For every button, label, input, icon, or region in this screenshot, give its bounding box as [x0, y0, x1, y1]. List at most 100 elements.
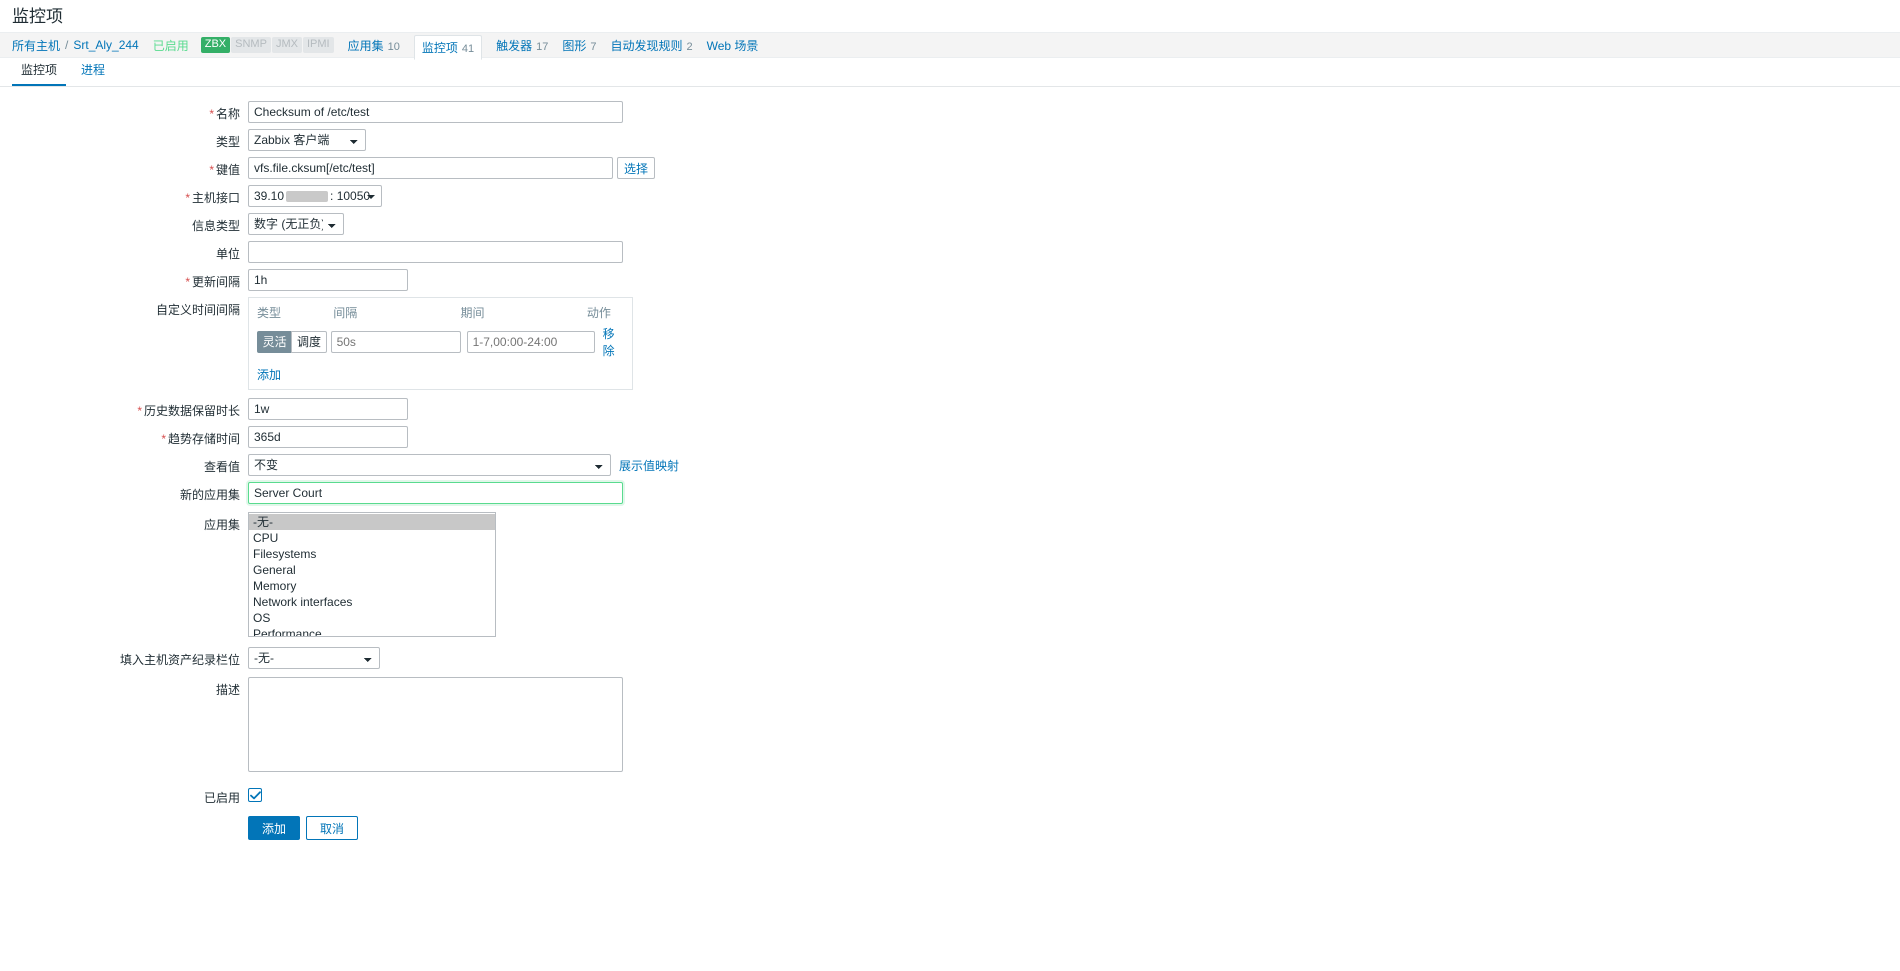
- list-item[interactable]: OS: [249, 610, 495, 626]
- column-header-action: 动作: [586, 306, 611, 320]
- breadcrumb-item-graphs-label[interactable]: 图形: [562, 37, 586, 54]
- custom-interval-row: 灵活 调度 移除: [257, 325, 624, 359]
- protocol-badge-ipmi[interactable]: IPMI: [302, 37, 334, 53]
- units-input[interactable]: [248, 241, 623, 263]
- breadcrumb-item-graphs[interactable]: 图形 7: [562, 37, 596, 54]
- cancel-button[interactable]: 取消: [306, 816, 358, 840]
- list-item[interactable]: General: [249, 562, 495, 578]
- form-row-applications: 应用集 -无- CPU Filesystems General Memory N…: [0, 512, 1900, 637]
- breadcrumb-item-discovery-count: 2: [686, 40, 693, 53]
- breadcrumb-item-triggers-label[interactable]: 触发器: [496, 37, 532, 54]
- form-row-info-type: 信息类型 数字 (无正负): [0, 213, 1900, 235]
- breadcrumb-item-web[interactable]: Web 场景: [707, 37, 759, 54]
- required-marker: *: [185, 191, 190, 205]
- submit-button[interactable]: 添加: [248, 816, 300, 840]
- form-row-description: 描述: [0, 677, 1900, 775]
- form-row-enabled: 已启用: [0, 785, 1900, 806]
- form-row-value-map: 查看值 不变 展示值映射: [0, 454, 1900, 476]
- history-input[interactable]: [248, 398, 408, 420]
- inventory-field-select[interactable]: -无-: [248, 647, 380, 669]
- tab-processes[interactable]: 进程: [72, 56, 114, 86]
- form-row-key: *键值 选择: [0, 157, 1900, 179]
- host-interface-select[interactable]: 39.10 : 10050: [248, 185, 382, 207]
- interval-add-link[interactable]: 添加: [257, 366, 624, 383]
- list-item[interactable]: Performance: [249, 626, 495, 636]
- form-row-inventory-field: 填入主机资产纪录栏位 -无-: [0, 647, 1900, 669]
- tab-items[interactable]: 监控项: [12, 56, 67, 86]
- breadcrumb-host-name[interactable]: Srt_Aly_244: [73, 38, 138, 52]
- list-item[interactable]: Network interfaces: [249, 594, 495, 610]
- label-new-application: 新的应用集: [179, 488, 240, 502]
- enabled-checkbox[interactable]: [248, 788, 262, 802]
- description-textarea[interactable]: [248, 677, 623, 772]
- interval-type-scheduling[interactable]: 调度: [291, 331, 327, 353]
- host-interface-port: : 10050: [330, 189, 371, 203]
- list-item[interactable]: Filesystems: [249, 546, 495, 562]
- required-marker: *: [209, 107, 214, 121]
- protocol-badge-jmx[interactable]: JMX: [271, 37, 302, 53]
- breadcrumb-item-items-label[interactable]: 监控项: [422, 39, 458, 56]
- label-inventory-field: 填入主机资产纪录栏位: [119, 653, 240, 667]
- host-status-badge[interactable]: 已启用: [153, 37, 189, 54]
- show-value-mappings-link[interactable]: 展示值映射: [619, 457, 679, 474]
- breadcrumb-item-applications-count: 10: [387, 40, 400, 53]
- label-type: 类型: [215, 135, 240, 149]
- label-key: * 键值: [209, 163, 240, 177]
- required-marker: *: [185, 275, 190, 289]
- interval-value-input[interactable]: [330, 331, 461, 353]
- required-marker: *: [209, 163, 214, 177]
- breadcrumb-item-graphs-count: 7: [590, 40, 597, 53]
- label-description: 描述: [215, 683, 240, 697]
- tab-bar: 监控项 进程: [0, 58, 1900, 87]
- form-row-name: * 名称: [0, 101, 1900, 123]
- breadcrumb-item-items[interactable]: 监控项 41: [413, 34, 483, 60]
- label-trends: * 趋势存储时间: [161, 432, 240, 446]
- check-icon: [249, 790, 261, 799]
- form-row-type: 类型 Zabbix 客户端: [0, 129, 1900, 151]
- breadcrumb-item-applications-label[interactable]: 应用集: [348, 37, 384, 54]
- update-interval-input[interactable]: [248, 269, 408, 291]
- custom-intervals-header: 类型 间隔 期间 动作: [257, 304, 624, 321]
- list-item[interactable]: -无-: [249, 514, 495, 530]
- interval-type-flexible[interactable]: 灵活: [257, 331, 292, 353]
- label-custom-intervals: 自定义时间间隔: [155, 303, 240, 317]
- type-select[interactable]: Zabbix 客户端: [248, 129, 366, 151]
- key-select-button[interactable]: 选择: [617, 157, 656, 179]
- interval-type-toggle[interactable]: 灵活 调度: [257, 331, 327, 353]
- label-info-type: 信息类型: [191, 219, 240, 233]
- breadcrumb-separator: /: [65, 38, 69, 52]
- form-row-history: * 历史数据保留时长: [0, 398, 1900, 420]
- info-type-select[interactable]: 数字 (无正负): [248, 213, 344, 235]
- host-interface-prefix: 39.10: [254, 189, 285, 203]
- column-header-interval: 间隔: [333, 306, 358, 320]
- list-item[interactable]: Memory: [249, 578, 495, 594]
- list-item[interactable]: CPU: [249, 530, 495, 546]
- new-application-input[interactable]: [248, 482, 623, 504]
- column-header-period: 期间: [460, 306, 485, 320]
- form-footer: 添加 取消: [0, 816, 1900, 840]
- trends-input[interactable]: [248, 426, 408, 448]
- breadcrumb-item-web-label[interactable]: Web 场景: [707, 37, 759, 54]
- breadcrumb-item-applications[interactable]: 应用集 10: [348, 37, 400, 54]
- form-row-units: 单位: [0, 241, 1900, 263]
- interval-period-input[interactable]: [466, 331, 595, 353]
- interval-remove-link[interactable]: 移除: [603, 325, 624, 359]
- applications-listbox[interactable]: -无- CPU Filesystems General Memory Netwo…: [248, 512, 496, 637]
- item-form: *名称 类型 Zabbix 客户端 *键值 选择 *主机接口 39.10: [0, 87, 1900, 840]
- label-value-map: 查看值: [203, 460, 240, 474]
- column-header-type: 类型: [257, 306, 282, 320]
- label-host-interface: * 主机接口: [185, 191, 240, 205]
- breadcrumb-item-triggers[interactable]: 触发器 17: [496, 37, 548, 54]
- value-map-select[interactable]: 不变: [248, 454, 611, 476]
- name-input[interactable]: [248, 101, 623, 123]
- breadcrumb-item-discovery[interactable]: 自动发现规则 2: [611, 37, 693, 54]
- form-row-host-interface: * 主机接口 39.10 : 10050: [0, 185, 1900, 207]
- label-applications: 应用集: [203, 518, 240, 532]
- label-update-interval: * 更新间隔: [185, 275, 240, 289]
- breadcrumb-item-discovery-label[interactable]: 自动发现规则: [611, 37, 683, 54]
- key-input[interactable]: [248, 157, 613, 179]
- protocol-badge-snmp[interactable]: SNMP: [231, 37, 271, 53]
- breadcrumb-all-hosts[interactable]: 所有主机: [12, 37, 60, 54]
- protocol-badges: ZBX SNMP JMX IPMI: [200, 37, 334, 53]
- protocol-badge-zbx[interactable]: ZBX: [200, 37, 231, 53]
